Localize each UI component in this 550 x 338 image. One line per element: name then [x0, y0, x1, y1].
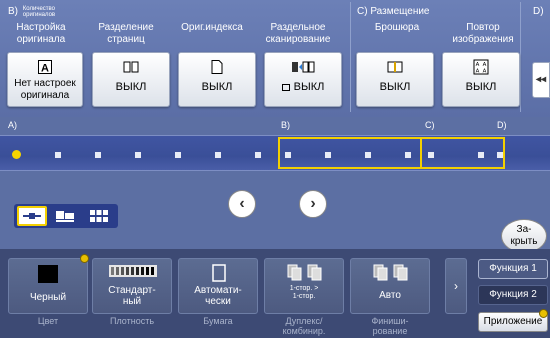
paper-caption: Бумага	[203, 316, 233, 326]
index-original-value: ВЫКЛ	[201, 81, 233, 93]
map-dot[interactable]	[175, 152, 181, 158]
map-dot[interactable]	[215, 152, 221, 158]
book-split-icon	[123, 61, 139, 73]
col-label-original-setting: Настройка оригинала	[16, 22, 66, 45]
finishing-button[interactable]: Авто	[350, 258, 430, 314]
image-repeat-value: ВЫКЛ	[465, 81, 497, 93]
map-label-a: A)	[8, 120, 17, 130]
setting-changed-indicator	[80, 254, 89, 263]
density-button[interactable]: Стандарт- ный	[92, 258, 172, 314]
view-mode-grid[interactable]	[85, 206, 115, 226]
grid-view-icon	[90, 210, 108, 222]
map-label-b: B)	[281, 120, 290, 130]
booklet-button[interactable]: ВЫКЛ	[356, 52, 434, 107]
image-repeat-button[interactable]: A A A A ВЫКЛ	[442, 52, 520, 107]
group-c-header: C) Размещение	[357, 6, 430, 17]
map-label-d: D)	[497, 120, 507, 130]
close-button[interactable]: За- крыть	[501, 219, 547, 253]
group-d-header: D)	[533, 6, 544, 17]
page-split-value: ВЫКЛ	[115, 81, 147, 93]
separate-scan-button[interactable]: ВЫКЛ	[264, 52, 342, 107]
list-view-icon	[23, 213, 41, 219]
function2-tab[interactable]: Функция 2	[478, 285, 548, 305]
panel-view-icon	[56, 211, 74, 222]
group-b-header: B) Количество оригиналов	[8, 6, 69, 18]
current-position-indicator	[12, 150, 21, 159]
col-label-separate-scan: Раздельное сканирование	[265, 22, 331, 45]
density-scale-icon	[109, 265, 157, 277]
collapse-panel-button[interactable]: ◂◂	[532, 62, 550, 98]
paper-value: Автомати- чески	[194, 285, 242, 307]
density-caption: Плотность	[109, 316, 155, 326]
view-mode-toggle	[14, 204, 118, 228]
index-original-button[interactable]: ВЫКЛ	[178, 52, 256, 107]
original-setting-value: Нет настроек оригинала	[14, 78, 76, 101]
map-dot[interactable]	[255, 152, 261, 158]
col-label-booklet: Брошюра	[374, 22, 420, 33]
map-dot[interactable]	[55, 152, 61, 158]
map-dot[interactable]	[95, 152, 101, 158]
original-a-icon: A	[38, 60, 52, 75]
black-swatch-icon	[38, 265, 58, 283]
color-value: Черный	[29, 292, 67, 303]
paper-button[interactable]: Автомати- чески	[178, 258, 258, 314]
color-button[interactable]: Черный	[8, 258, 88, 314]
scroll-left-button[interactable]: ‹	[228, 190, 256, 218]
paper-icon	[212, 264, 226, 282]
more-settings-button[interactable]: ›	[445, 258, 467, 314]
setting-changed-indicator	[539, 309, 548, 318]
group-separator	[520, 2, 521, 112]
duplex-caption: Дуплекс/ комбинир.	[282, 316, 326, 336]
finishing-value: Авто	[379, 290, 401, 301]
group-separator	[350, 2, 351, 112]
map-label-c: C)	[425, 120, 435, 130]
duplex-value: 1-стор. > 1-стор.	[289, 285, 319, 300]
svg-text:A: A	[41, 63, 49, 75]
option-panel: B) Количество оригиналов C) Размещение D…	[0, 0, 550, 117]
svg-text:A: A	[483, 62, 487, 68]
col-label-index: Ориг.индекса	[181, 22, 243, 33]
map-dot[interactable]	[135, 152, 141, 158]
color-caption: Цвет	[37, 316, 59, 326]
col-label-image-repeat: Повтор изображения	[452, 22, 514, 45]
col-label-page-split: Разделение страниц	[98, 22, 154, 45]
booklet-icon	[387, 61, 403, 73]
separate-scan-value: ВЫКЛ	[265, 81, 341, 93]
svg-text:A: A	[483, 69, 487, 75]
scroll-right-button[interactable]: ›	[299, 190, 327, 218]
finishing-caption: Финиши- рование	[371, 316, 409, 336]
application-tab[interactable]: Приложение	[478, 312, 548, 332]
section-divider	[420, 137, 422, 169]
image-repeat-icon: A A A A	[473, 59, 489, 75]
finishing-icon	[373, 264, 408, 281]
index-page-icon	[211, 60, 223, 74]
function1-tab[interactable]: Функция 1	[478, 259, 548, 279]
density-value: Стандарт- ный	[108, 285, 156, 307]
booklet-value: ВЫКЛ	[379, 81, 411, 93]
group-b-label: B)	[8, 6, 18, 17]
duplex-button[interactable]: 1-стор. > 1-стор.	[264, 258, 344, 314]
visible-area-frame	[278, 137, 505, 169]
view-mode-list[interactable]	[17, 206, 47, 226]
checkbox-icon	[281, 83, 290, 91]
original-setting-button[interactable]: A Нет настроек оригинала	[7, 52, 83, 107]
separate-scan-icon	[292, 61, 315, 73]
separate-scan-value-text: ВЫКЛ	[293, 81, 325, 93]
group-b-sublabel: Количество оригиналов	[22, 6, 56, 18]
svg-text:A: A	[476, 62, 480, 68]
duplex-icon	[287, 264, 322, 281]
page-split-button[interactable]: ВЫКЛ	[92, 52, 170, 107]
view-mode-panel[interactable]	[51, 206, 81, 226]
svg-text:A: A	[476, 69, 480, 75]
